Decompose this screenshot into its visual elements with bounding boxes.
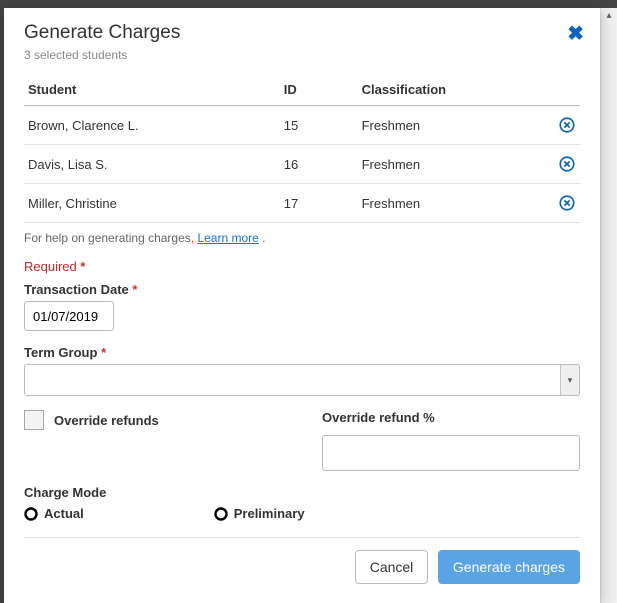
term-group-label: Term Group * <box>24 345 580 360</box>
charge-mode-actual[interactable]: Actual <box>24 506 84 521</box>
col-student: Student <box>24 74 280 106</box>
students-table: Student ID Classification Brown, Clarenc… <box>24 74 580 223</box>
cell-classification: Freshmen <box>358 106 536 145</box>
override-refund-pct-input[interactable] <box>322 435 580 471</box>
learn-more-link[interactable]: Learn more <box>197 231 258 245</box>
override-refund-pct-label: Override refund % <box>322 410 580 425</box>
charge-mode-preliminary[interactable]: Preliminary <box>214 506 305 521</box>
modal-title: Generate Charges <box>24 22 580 44</box>
col-id: ID <box>280 74 358 106</box>
x-circle-icon <box>558 194 576 212</box>
transaction-date-input[interactable] <box>24 301 114 331</box>
table-row: Miller, Christine 17 Freshmen <box>24 184 580 223</box>
radio-unchecked-icon <box>24 507 38 521</box>
remove-student-button[interactable] <box>536 106 581 145</box>
generate-charges-modal: ✖ Generate Charges 3 selected students S… <box>4 8 600 603</box>
scrollbar-track[interactable]: ▴ <box>600 8 617 603</box>
charge-mode-label: Charge Mode <box>24 485 580 500</box>
modal-footer: Cancel Generate charges <box>24 550 580 584</box>
cell-student: Miller, Christine <box>24 184 280 223</box>
cell-id: 16 <box>280 145 358 184</box>
cancel-button[interactable]: Cancel <box>355 550 429 584</box>
selected-count: 3 selected students <box>24 48 580 62</box>
close-icon[interactable]: ✖ <box>567 24 584 44</box>
x-circle-icon <box>558 116 576 134</box>
cell-student: Brown, Clarence L. <box>24 106 280 145</box>
override-refunds-checkbox[interactable] <box>24 410 44 430</box>
radio-unchecked-icon <box>214 507 228 521</box>
remove-student-button[interactable] <box>536 184 581 223</box>
transaction-date-label: Transaction Date * <box>24 282 580 297</box>
remove-student-button[interactable] <box>536 145 581 184</box>
term-group-select[interactable]: ▾ <box>24 364 580 396</box>
table-row: Brown, Clarence L. 15 Freshmen <box>24 106 580 145</box>
x-circle-icon <box>558 155 576 173</box>
cell-classification: Freshmen <box>358 145 536 184</box>
cell-id: 15 <box>280 106 358 145</box>
help-text: For help on generating charges, Learn mo… <box>24 231 580 245</box>
cell-id: 17 <box>280 184 358 223</box>
col-classification: Classification <box>358 74 536 106</box>
cell-classification: Freshmen <box>358 184 536 223</box>
divider <box>24 537 580 538</box>
chevron-down-icon: ▾ <box>560 365 579 395</box>
override-refunds-label: Override refunds <box>54 413 159 428</box>
table-row: Davis, Lisa S. 16 Freshmen <box>24 145 580 184</box>
required-label: Required * <box>24 259 580 274</box>
generate-charges-button[interactable]: Generate charges <box>438 550 580 584</box>
scroll-up-button[interactable]: ▴ <box>601 8 617 24</box>
cell-student: Davis, Lisa S. <box>24 145 280 184</box>
